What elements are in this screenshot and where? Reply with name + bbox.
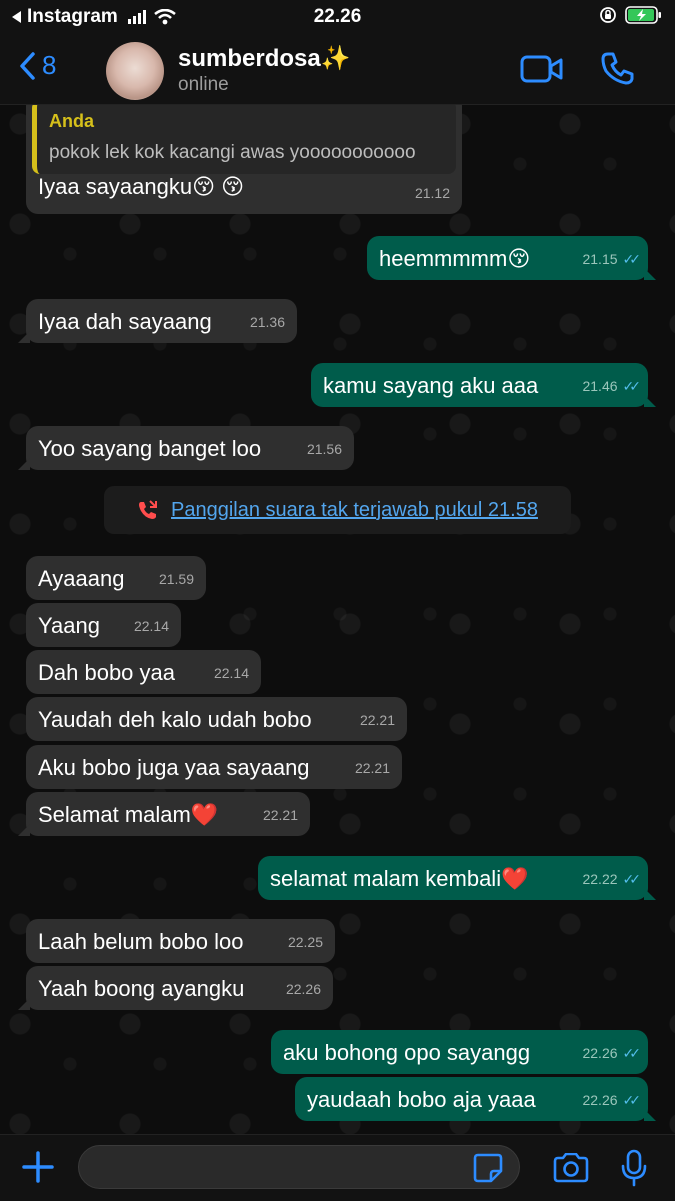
message-bubble[interactable]: Aku bobo juga yaa sayaang 22.21 (26, 745, 402, 789)
battery-charging-icon (625, 6, 661, 24)
quoted-text: pokok lek kok kacangi awas yooooooooooo (49, 142, 416, 163)
message-bubble[interactable]: Yaah boong ayangku 22.26 (18, 966, 333, 1010)
message-bubble[interactable]: Anda pokok lek kok kacangi awas yooooooo… (26, 104, 462, 214)
message-text: selamat malam kembali❤️ (270, 866, 529, 891)
read-ticks-icon: ✓✓ (622, 251, 642, 267)
read-ticks-icon: ✓✓ (622, 871, 642, 887)
message-text: Yaang (38, 613, 100, 638)
chat-header: 8 sumberdosa✨ online (0, 36, 675, 105)
chat-area[interactable]: Anda pokok lek kok kacangi awas yooooooo… (0, 104, 675, 1134)
status-bar: Instagram 22.26 (0, 0, 675, 36)
message-text: Yoo sayang banget loo (38, 436, 262, 461)
message-text: kamu sayang aku aaa (323, 373, 539, 398)
missed-call-icon (139, 500, 158, 519)
message-text: heemmmmm😚 (379, 246, 531, 271)
message-time: 21.15 (582, 251, 618, 267)
message-text: Iyaa sayaangku😚 😚 (38, 174, 245, 199)
message-time: 22.22 (582, 871, 618, 887)
missed-call-notice[interactable]: Panggilan suara tak terjawab pukul 21.58 (104, 486, 571, 534)
contact-name[interactable]: sumberdosa✨ (178, 44, 351, 73)
message-text: Iyaa dah sayaang (38, 309, 212, 334)
read-ticks-icon: ✓✓ (622, 1092, 642, 1108)
back-button[interactable]: 8 (18, 50, 56, 81)
message-bubble[interactable]: Yaang 22.14 (26, 603, 181, 647)
quoted-sender: Anda (49, 111, 94, 131)
mic-icon[interactable] (620, 1149, 648, 1187)
message-bubble[interactable]: kamu sayang aku aaa 21.46 ✓✓ (311, 363, 656, 407)
message-bubble[interactable]: Iyaa dah sayaang 21.36 (18, 299, 297, 343)
message-bubble[interactable]: Dah bobo yaa 22.14 (26, 650, 261, 694)
status-right (599, 6, 663, 24)
phone-icon[interactable] (600, 50, 636, 86)
message-input[interactable] (78, 1145, 520, 1189)
message-time: 22.21 (359, 712, 395, 728)
unread-count: 8 (42, 50, 57, 80)
message-text: Yaah boong ayangku (38, 976, 245, 1001)
back-chevron-icon (20, 51, 35, 80)
message-time: 21.59 (158, 571, 194, 587)
plus-icon[interactable] (20, 1149, 56, 1185)
message-text: Dah bobo yaa (38, 660, 175, 685)
message-bubble[interactable]: heemmmmm😚 21.15 ✓✓ (367, 236, 656, 280)
camera-icon[interactable] (552, 1153, 590, 1183)
message-bubble[interactable]: Yaudah deh kalo udah bobo 22.21 (26, 697, 407, 741)
avatar[interactable] (106, 42, 164, 100)
sticker-icon[interactable] (473, 1153, 503, 1183)
read-ticks-icon: ✓✓ (622, 1045, 642, 1061)
message-time: 21.36 (249, 314, 285, 330)
message-text: Selamat malam❤️ (38, 802, 219, 827)
message-time: 22.25 (287, 934, 323, 950)
message-bubble[interactable]: selamat malam kembali❤️ 22.22 ✓✓ (258, 856, 656, 900)
message-time: 22.26 (582, 1092, 618, 1108)
message-bubble[interactable]: yaudaah bobo aja yaaa 22.26 ✓✓ (295, 1077, 656, 1121)
contact-status: online (178, 74, 229, 95)
message-time: 22.26 (285, 981, 321, 997)
message-text: aku bohong opo sayangg (283, 1040, 531, 1065)
message-bubble[interactable]: Yoo sayang banget loo 21.56 (18, 426, 354, 470)
message-text: Aku bobo juga yaa sayaang (38, 755, 310, 780)
message-bubble[interactable]: aku bohong opo sayangg 22.26 ✓✓ (271, 1030, 648, 1074)
message-bubble[interactable]: Ayaaang 21.59 (26, 556, 206, 600)
message-time: 21.56 (306, 441, 342, 457)
video-call-icon[interactable] (520, 54, 564, 84)
status-time: 22.26 (313, 6, 362, 27)
orientation-lock-icon (600, 7, 616, 23)
message-text: Ayaaang (38, 566, 125, 591)
quoted-message[interactable]: Anda pokok lek kok kacangi awas yooooooo… (32, 104, 456, 174)
message-bubble[interactable]: Selamat malam❤️ 22.21 (18, 792, 310, 836)
message-time: 22.14 (133, 618, 169, 634)
message-bubble[interactable]: Laah belum bobo loo 22.25 (26, 919, 335, 963)
message-time: 22.21 (262, 807, 298, 823)
read-ticks-icon: ✓✓ (622, 378, 642, 394)
message-time: 21.12 (414, 185, 450, 201)
message-text: yaudaah bobo aja yaaa (307, 1087, 536, 1112)
missed-call-text[interactable]: Panggilan suara tak terjawab pukul 21.58 (171, 499, 538, 522)
message-time: 22.26 (582, 1045, 618, 1061)
message-time: 22.21 (354, 760, 390, 776)
input-bar (0, 1134, 675, 1201)
message-time: 22.14 (213, 665, 249, 681)
message-time: 21.46 (582, 378, 618, 394)
message-text: Laah belum bobo loo (38, 929, 244, 954)
message-text: Yaudah deh kalo udah bobo (38, 707, 312, 732)
